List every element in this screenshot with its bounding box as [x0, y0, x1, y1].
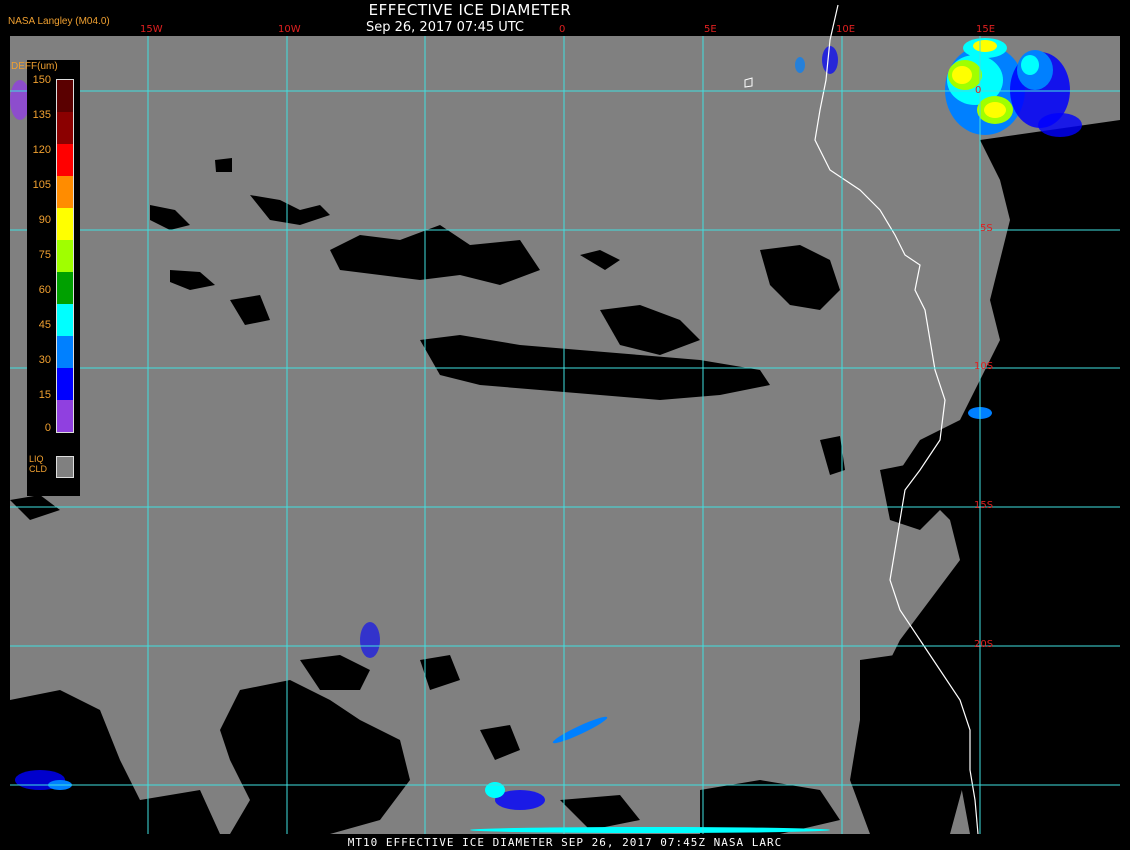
satellite-image-frame: 15W 10W 0 5E 10E 15E 0 5S 10S 15S 20S EF… — [0, 0, 1130, 850]
lon-label-15w: 15W — [140, 24, 163, 35]
legend-color-segment — [57, 208, 73, 240]
legend-tick: 135 — [32, 109, 51, 121]
lat-label-20s: 20S — [974, 639, 994, 650]
legend-tick: 30 — [38, 354, 51, 366]
lon-label-5e: 5E — [704, 24, 717, 35]
legend-color-segment — [57, 400, 73, 432]
legend-color-segment — [57, 112, 73, 144]
legend-color-bar — [56, 79, 74, 433]
lon-label-10e: 10E — [836, 24, 856, 35]
legend-tick: 105 — [32, 179, 51, 191]
footer-caption: MT10 EFFECTIVE ICE DIAMETER SEP 26, 2017… — [347, 836, 783, 849]
lat-label-15s: 15S — [974, 500, 994, 511]
color-legend: DEFF(um) 150 135 120 105 90 75 60 45 30 … — [11, 60, 80, 496]
legend-color-segment — [57, 336, 73, 368]
source-label: NASA Langley (M04.0) — [8, 16, 110, 27]
legend-liquid-label: LIQ CLD — [29, 454, 47, 474]
legend-color-segment — [57, 368, 73, 400]
legend-liquid-swatch — [56, 456, 74, 478]
legend-tick: 75 — [38, 249, 51, 261]
lon-label-15e: 15E — [976, 24, 996, 35]
legend-color-segment — [57, 304, 73, 336]
cloud-map — [10, 4, 1120, 835]
legend-liquid-label-1: LIQ — [29, 454, 44, 464]
image-title: EFFECTIVE ICE DIAMETER — [368, 1, 572, 19]
legend-color-segment — [57, 144, 73, 176]
lat-label-0: 0 — [975, 85, 982, 96]
legend-color-segment — [57, 176, 73, 208]
legend-tick: 120 — [32, 144, 51, 156]
legend-liquid-label-2: CLD — [29, 464, 48, 474]
legend-tick: 0 — [44, 422, 51, 434]
lat-label-5s: 5S — [980, 223, 993, 234]
legend-tick: 45 — [38, 319, 51, 331]
legend-tick: 90 — [38, 214, 51, 226]
legend-title: DEFF(um) — [11, 61, 58, 72]
legend-color-segment — [57, 240, 73, 272]
legend-color-segment — [57, 272, 73, 304]
legend-tick: 15 — [38, 389, 51, 401]
lon-label-10w: 10W — [278, 24, 301, 35]
legend-tick: 150 — [32, 74, 51, 86]
legend-color-segment — [57, 80, 73, 112]
legend-tick: 60 — [38, 284, 51, 296]
image-datetime: Sep 26, 2017 07:45 UTC — [365, 20, 525, 35]
lat-label-10s: 10S — [974, 361, 994, 372]
